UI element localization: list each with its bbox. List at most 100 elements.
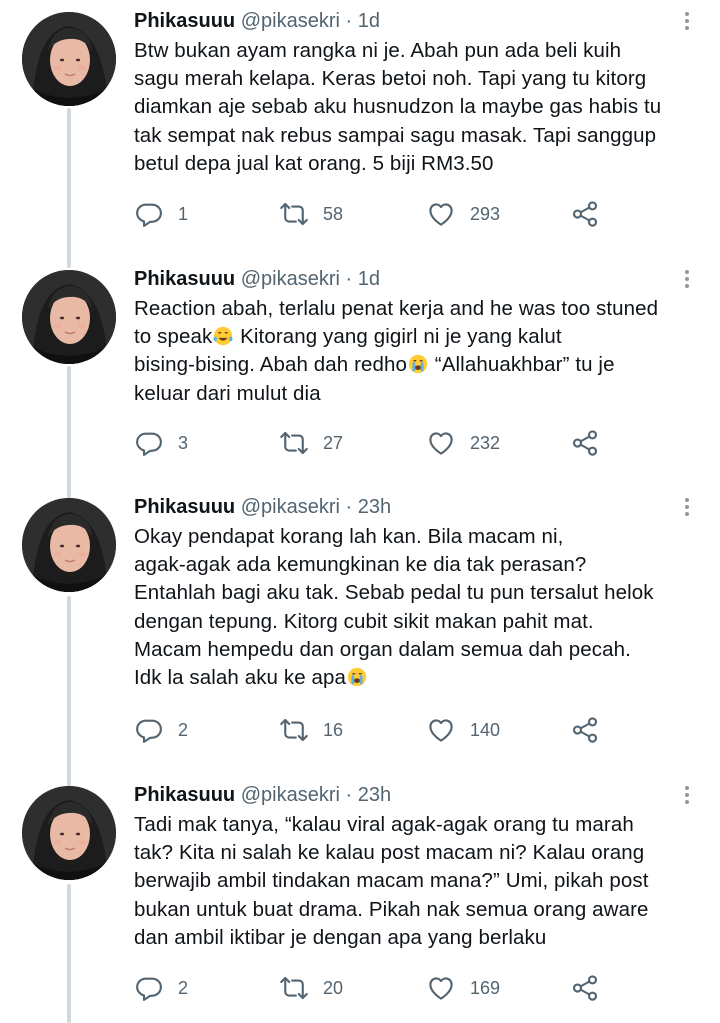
timestamp[interactable]: 23h	[358, 496, 391, 518]
tweet-text-line: tak? Kita ni salah ke kalau post macam n…	[134, 841, 645, 865]
timestamp[interactable]: 1d	[358, 268, 380, 290]
thread-line	[67, 108, 71, 268]
retweet-button[interactable]: 27	[279, 426, 343, 460]
tweet-text: Btw bukan ayam rangka ni je. Abah pun ad…	[134, 37, 690, 178]
tweet-text-line: Idk la salah aku ke apa	[134, 664, 690, 692]
avatar[interactable]	[22, 270, 116, 364]
retweets-count: 20	[323, 977, 344, 998]
tweet-actions: 3 27 232	[0, 426, 720, 460]
tweet-actions: 2 16 140	[0, 713, 720, 747]
share-button[interactable]	[570, 197, 600, 231]
tweet-text-line: to speak Kitorang yang gigirl ni je yang…	[134, 325, 562, 349]
like-button[interactable]: 169	[426, 971, 500, 1005]
heart-icon	[426, 715, 456, 745]
retweet-icon	[279, 199, 309, 229]
tweet-text: Reaction abah, terlalu penat kerja and h…	[134, 295, 690, 408]
tweet-text-line: Okay pendapat korang lah kan. Bila macam…	[134, 525, 564, 548]
replies-count: 2	[178, 977, 189, 998]
tweet-content: Phikasuuu @pikasekri · 23h Okay pendapat …	[134, 494, 690, 692]
tweet-text-line: Entahlah bagi aku tak. Sebab pedal tu pu…	[134, 581, 654, 605]
likes-count: 140	[470, 719, 501, 740]
more-vertical-icon[interactable]	[680, 496, 694, 518]
display-name[interactable]: Phikasuuu	[134, 268, 235, 290]
replies-count: 2	[178, 719, 189, 740]
retweet-icon	[279, 715, 309, 745]
tweet-content: Phikasuuu @pikasekri · 1d Reaction abah, …	[134, 266, 690, 408]
retweet-button[interactable]: 20	[279, 971, 343, 1005]
tweet-content: Phikasuuu @pikasekri · 23h Tadi mak tanya…	[134, 782, 690, 952]
more-vertical-icon[interactable]	[680, 784, 694, 806]
replies-count: 3	[178, 432, 189, 453]
share-button[interactable]	[570, 713, 600, 747]
share-button[interactable]	[570, 426, 600, 460]
user-handle[interactable]: @pikasekri	[241, 268, 340, 290]
heart-icon	[426, 199, 456, 229]
separator: ·	[345, 496, 353, 518]
replies-count: 1	[178, 203, 189, 224]
share-icon	[570, 715, 600, 745]
retweet-button[interactable]: 16	[279, 713, 343, 747]
tweet-text-line: betul depa jual kat orang. 5 biji RM3.50	[134, 151, 494, 175]
tweet-text-line: diamkan aje sebab aku husnudzon la maybe…	[134, 95, 662, 119]
tweet-text-line: Tadi mak tanya, “kalau viral agak-agak o…	[134, 813, 634, 836]
display-name[interactable]: Phikasuuu	[134, 496, 235, 518]
avatar[interactable]	[22, 498, 116, 592]
tweet-text-line: Btw bukan ayam rangka ni je. Abah pun ad…	[134, 39, 622, 62]
share-icon	[570, 428, 600, 458]
more-vertical-icon[interactable]	[680, 268, 694, 290]
share-icon	[570, 973, 600, 1003]
avatar[interactable]	[22, 12, 116, 106]
timestamp[interactable]: 23h	[358, 784, 391, 806]
share-button[interactable]	[570, 971, 600, 1005]
share-icon	[570, 199, 600, 229]
heart-icon	[426, 973, 456, 1003]
reply-button[interactable]: 2	[134, 971, 188, 1005]
tweet-text: Okay pendapat korang lah kan. Bila macam…	[134, 523, 690, 692]
tweet-header: Phikasuuu @pikasekri · 1d	[134, 8, 690, 34]
tweet-text-line: Macam hempedu dan organ dalam semua dah …	[134, 637, 631, 661]
like-button[interactable]: 140	[426, 713, 500, 747]
retweet-icon	[279, 973, 309, 1003]
likes-count: 232	[470, 432, 501, 453]
tweet-text-line: keluar dari mulut dia	[134, 381, 321, 405]
display-name[interactable]: Phikasuuu	[134, 10, 235, 32]
like-button[interactable]: 293	[426, 197, 500, 231]
user-handle[interactable]: @pikasekri	[241, 496, 340, 518]
user-handle[interactable]: @pikasekri	[241, 784, 340, 806]
reply-icon	[134, 973, 164, 1003]
tweet-actions: 2 20 169	[0, 971, 720, 1005]
tweet-text-line: berwajib ambil tindakan macam mana?” Umi…	[134, 869, 649, 893]
retweet-icon	[279, 428, 309, 458]
tweet-header: Phikasuuu @pikasekri · 23h	[134, 782, 690, 808]
reply-icon	[134, 715, 164, 745]
timestamp[interactable]: 1d	[358, 10, 380, 32]
tweet-text-line: agak-agak ada kemungkinan ke dia tak per…	[134, 553, 587, 577]
separator: ·	[345, 784, 353, 806]
tweet-text-line: bukan untuk buat drama. Pikah nak semua …	[134, 897, 649, 921]
separator: ·	[345, 10, 353, 32]
likes-count: 293	[470, 203, 501, 224]
retweets-count: 27	[323, 432, 344, 453]
tweet-text-line: sagu merah kelapa. Keras betoi noh. Tapi…	[134, 67, 647, 91]
tweet-text-line: dengan tepung. Kitorg cubit sikit makan …	[134, 609, 594, 633]
heart-icon	[426, 428, 456, 458]
retweets-count: 16	[323, 719, 344, 740]
reply-button[interactable]: 2	[134, 713, 188, 747]
reply-button[interactable]: 3	[134, 426, 188, 460]
like-button[interactable]: 232	[426, 426, 500, 460]
tweet-content: Phikasuuu @pikasekri · 1d Btw bukan ayam …	[134, 8, 690, 178]
tweet-text-line: bising-bising. Abah dah redho “Allahuakh…	[134, 353, 615, 377]
reply-button[interactable]: 1	[134, 197, 188, 231]
retweet-button[interactable]: 58	[279, 197, 343, 231]
tweet-header: Phikasuuu @pikasekri · 23h	[134, 494, 690, 520]
tweet-text-line: tak sempat nak rebus sampai sagu masak. …	[134, 123, 657, 147]
avatar[interactable]	[22, 786, 116, 880]
separator: ·	[345, 268, 353, 290]
display-name[interactable]: Phikasuuu	[134, 784, 235, 806]
user-handle[interactable]: @pikasekri	[241, 10, 340, 32]
tweet-header: Phikasuuu @pikasekri · 1d	[134, 266, 690, 292]
thread-line	[67, 596, 71, 788]
tweet-text: Tadi mak tanya, “kalau viral agak-agak o…	[134, 811, 690, 952]
tweet-text-line: dan ambil iktibar je dengan apa yang ber…	[134, 925, 547, 949]
more-vertical-icon[interactable]	[680, 10, 694, 32]
